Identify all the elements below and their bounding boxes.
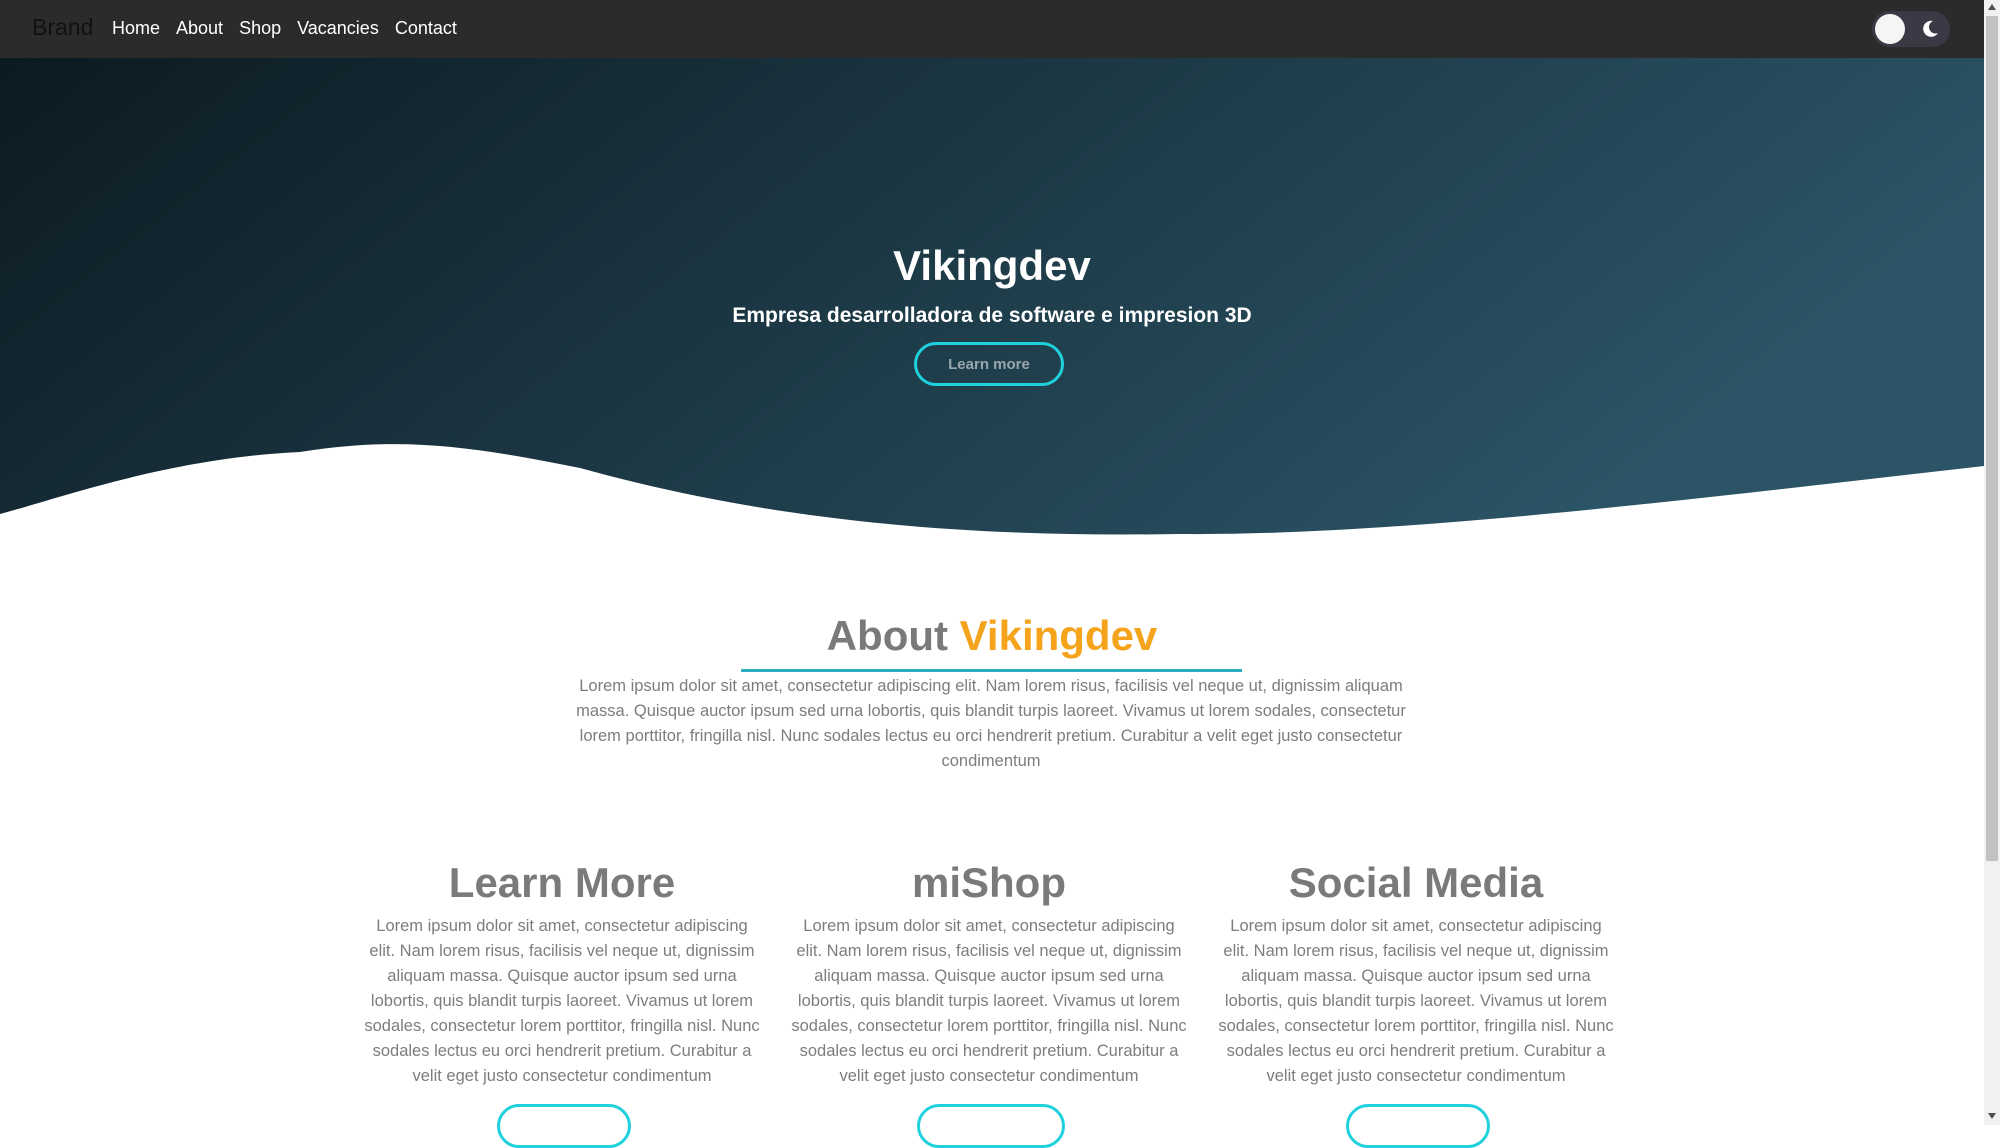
about-heading: About Vikingdev bbox=[0, 612, 1984, 660]
hero-subtitle: Empresa desarrolladora de software e imp… bbox=[732, 304, 1252, 327]
mishop-column-button[interactable] bbox=[917, 1104, 1065, 1148]
about-heading-accent: Vikingdev bbox=[959, 612, 1158, 659]
column-text: Lorem ipsum dolor sit amet, consectetur … bbox=[1218, 917, 1614, 1085]
toggle-knob bbox=[1875, 14, 1905, 44]
nav-link-home[interactable]: Home bbox=[112, 18, 160, 39]
learn-more-column-button[interactable] bbox=[497, 1104, 631, 1148]
theme-toggle[interactable] bbox=[1872, 11, 1950, 47]
about-text: Lorem ipsum dolor sit amet, consectetur … bbox=[576, 677, 1406, 770]
column-text: Lorem ipsum dolor sit amet, consectetur … bbox=[791, 917, 1187, 1085]
nav-link-vacancies[interactable]: Vacancies bbox=[297, 18, 379, 39]
column-title: Social Media bbox=[1288, 859, 1544, 906]
column-mishop: miShop Lorem ipsum dolor sit amet, conse… bbox=[789, 858, 1189, 1089]
nav-link-about[interactable]: About bbox=[176, 18, 223, 39]
column-title: Learn More bbox=[448, 859, 676, 906]
hero-title: Vikingdev bbox=[893, 242, 1091, 289]
navbar: Brand Home About Shop Vacancies Contact bbox=[0, 0, 1984, 58]
column-title: miShop bbox=[912, 859, 1066, 906]
scroll-down-arrow-icon[interactable] bbox=[1988, 1113, 1996, 1119]
hero-section: Vikingdev Empresa desarrolladora de soft… bbox=[0, 58, 1984, 548]
hero-background bbox=[0, 58, 1984, 535]
nav-links: Home About Shop Vacancies Contact bbox=[112, 18, 457, 39]
learn-more-button[interactable]: Learn more bbox=[914, 342, 1064, 386]
moon-icon bbox=[1923, 20, 1938, 37]
scroll-thumb[interactable] bbox=[1986, 16, 1998, 861]
about-underline bbox=[741, 669, 1242, 672]
column-learn-more: Learn More Lorem ipsum dolor sit amet, c… bbox=[362, 858, 762, 1089]
nav-link-contact[interactable]: Contact bbox=[395, 18, 457, 39]
scrollbar[interactable] bbox=[1984, 0, 2000, 1125]
scroll-up-arrow-icon[interactable] bbox=[1988, 4, 1996, 10]
column-text: Lorem ipsum dolor sit amet, consectetur … bbox=[364, 917, 760, 1085]
social-media-column-button[interactable] bbox=[1346, 1104, 1490, 1148]
brand-link[interactable]: Brand bbox=[32, 14, 93, 41]
about-heading-prefix: About bbox=[826, 612, 960, 659]
column-social-media: Social Media Lorem ipsum dolor sit amet,… bbox=[1216, 858, 1616, 1089]
nav-link-shop[interactable]: Shop bbox=[239, 18, 281, 39]
